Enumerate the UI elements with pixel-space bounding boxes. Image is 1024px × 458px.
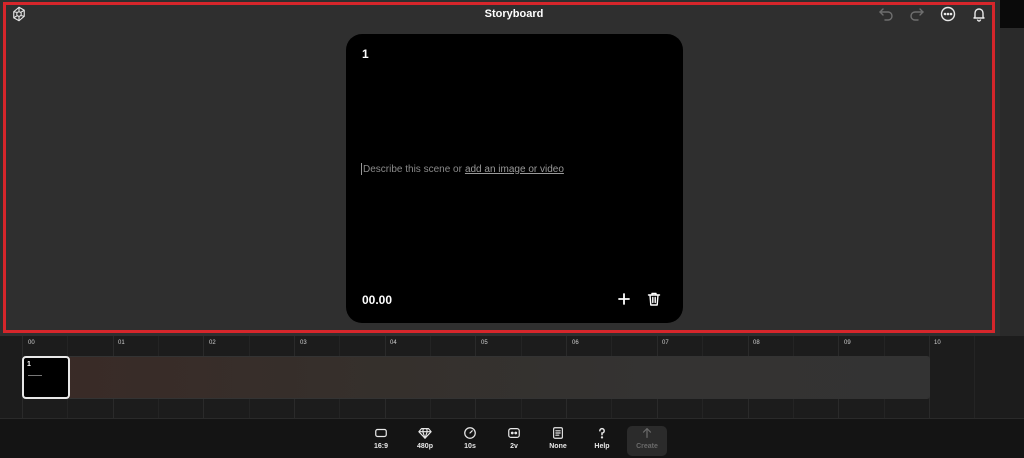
timeline-ruler[interactable]: 00 01 02 03 04 05 06 07 08 09 10: [0, 336, 1024, 350]
preset-button[interactable]: None: [541, 426, 575, 456]
notifications-bell-icon[interactable]: [970, 5, 988, 23]
storyboard-app: Storyboard 1 Describe this scene or add …: [0, 0, 1024, 458]
diamond-icon: [418, 428, 432, 439]
timeline[interactable]: 00 01 02 03 04 05 06 07 08 09 10 1: [0, 336, 1024, 418]
duration-label: 10s: [464, 443, 476, 450]
scene-placeholder: Describe this scene or: [363, 163, 462, 175]
timeline-tick: 04: [390, 340, 397, 346]
bottom-toolbar: 16:9 480p 10s 2v None Help Create: [0, 418, 1024, 458]
clip-number: 1: [27, 361, 31, 368]
arrow-up-icon: [642, 428, 652, 438]
add-scene-icon[interactable]: [616, 291, 632, 307]
aspect-ratio-icon: [375, 428, 387, 438]
scene-card[interactable]: 1 Describe this scene or add an image or…: [346, 34, 683, 323]
redo-icon[interactable]: [908, 5, 926, 23]
duration-button[interactable]: 10s: [453, 426, 487, 456]
more-options-icon[interactable]: [939, 5, 957, 23]
preset-document-icon: [553, 427, 563, 439]
timeline-track[interactable]: [22, 356, 930, 399]
timeline-tick: 10: [934, 340, 941, 346]
storyboard-main-area: Storyboard 1 Describe this scene or add …: [0, 0, 1000, 336]
resolution-button[interactable]: 480p: [408, 426, 442, 456]
aspect-ratio-button[interactable]: 16:9: [364, 426, 398, 456]
help-button[interactable]: Help: [585, 426, 619, 456]
timeline-tick: 06: [572, 340, 579, 346]
clip-preview-line: [28, 375, 42, 376]
page-title: Storyboard: [484, 8, 544, 20]
timeline-tick: 01: [118, 340, 125, 346]
right-edge-strip: [1000, 0, 1024, 28]
timeline-tick: 05: [481, 340, 488, 346]
aspect-ratio-label: 16:9: [373, 443, 388, 450]
timeline-tick: 00: [28, 340, 35, 346]
timeline-tick: 08: [753, 340, 760, 346]
timeline-tick: 02: [209, 340, 216, 346]
variations-icon: [508, 428, 520, 438]
undo-icon[interactable]: [877, 5, 895, 23]
timeline-tick: 07: [662, 340, 669, 346]
text-caret: [361, 163, 362, 175]
scene-number: 1: [362, 47, 369, 61]
create-label: Create: [636, 443, 658, 450]
preset-label: None: [549, 443, 567, 450]
scene-timestamp: 00.00: [362, 293, 393, 307]
resolution-label: 480p: [417, 443, 433, 450]
right-edge-panel: [1000, 28, 1024, 336]
variations-label: 2v: [510, 443, 518, 450]
question-mark-icon: [599, 427, 605, 439]
scene-description-input[interactable]: Describe this scene or add an image or v…: [361, 163, 564, 175]
clock-icon: [464, 427, 476, 439]
trash-icon[interactable]: [646, 291, 662, 307]
timeline-tick: 09: [844, 340, 851, 346]
timeline-tick: 03: [300, 340, 307, 346]
create-button[interactable]: Create: [627, 426, 667, 456]
variations-button[interactable]: 2v: [497, 426, 531, 456]
help-label: Help: [594, 443, 610, 450]
add-media-link[interactable]: add an image or video: [465, 164, 564, 175]
timeline-clip[interactable]: 1: [22, 356, 70, 399]
